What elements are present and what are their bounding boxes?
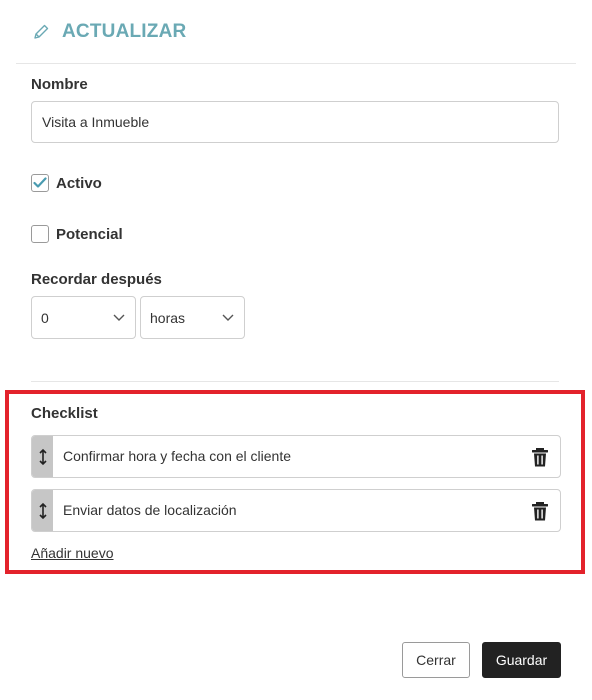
dialog-header: ACTUALIZAR (32, 18, 186, 46)
potential-checkbox[interactable] (31, 225, 49, 243)
add-new-link[interactable]: Añadir nuevo (31, 545, 114, 561)
section-divider (31, 381, 559, 382)
remind-unit: horas (150, 309, 186, 326)
remind-value: 0 (41, 309, 49, 326)
active-checkbox-row[interactable]: Activo (31, 174, 102, 192)
trash-icon[interactable] (530, 501, 550, 521)
checklist-item-text: Enviar datos de localización (63, 502, 237, 518)
header-divider (16, 63, 576, 64)
drag-handle-icon[interactable] (32, 436, 53, 477)
name-input[interactable] (31, 101, 559, 143)
potential-label: Potencial (56, 225, 123, 243)
checkmark-icon (33, 177, 47, 188)
save-button[interactable]: Guardar (482, 642, 561, 678)
checklist-item-text: Confirmar hora y fecha con el cliente (63, 448, 291, 464)
name-label: Nombre (31, 76, 88, 93)
checklist-item[interactable]: Confirmar hora y fecha con el cliente (31, 435, 561, 478)
remind-unit-select[interactable]: horas (140, 296, 245, 339)
active-checkbox[interactable] (31, 174, 49, 192)
chevron-down-icon (113, 314, 125, 321)
trash-icon[interactable] (530, 447, 550, 467)
close-button[interactable]: Cerrar (402, 642, 470, 678)
potential-checkbox-row[interactable]: Potencial (31, 225, 123, 243)
dialog-title: ACTUALIZAR (62, 21, 187, 42)
remind-label: Recordar después (31, 271, 162, 288)
remind-value-select[interactable]: 0 (31, 296, 136, 339)
checklist-title: Checklist (31, 405, 98, 422)
active-label: Activo (56, 174, 102, 192)
checklist-item[interactable]: Enviar datos de localización (31, 489, 561, 532)
pencil-icon (34, 24, 49, 39)
drag-handle-icon[interactable] (32, 490, 53, 531)
chevron-down-icon (222, 314, 234, 321)
